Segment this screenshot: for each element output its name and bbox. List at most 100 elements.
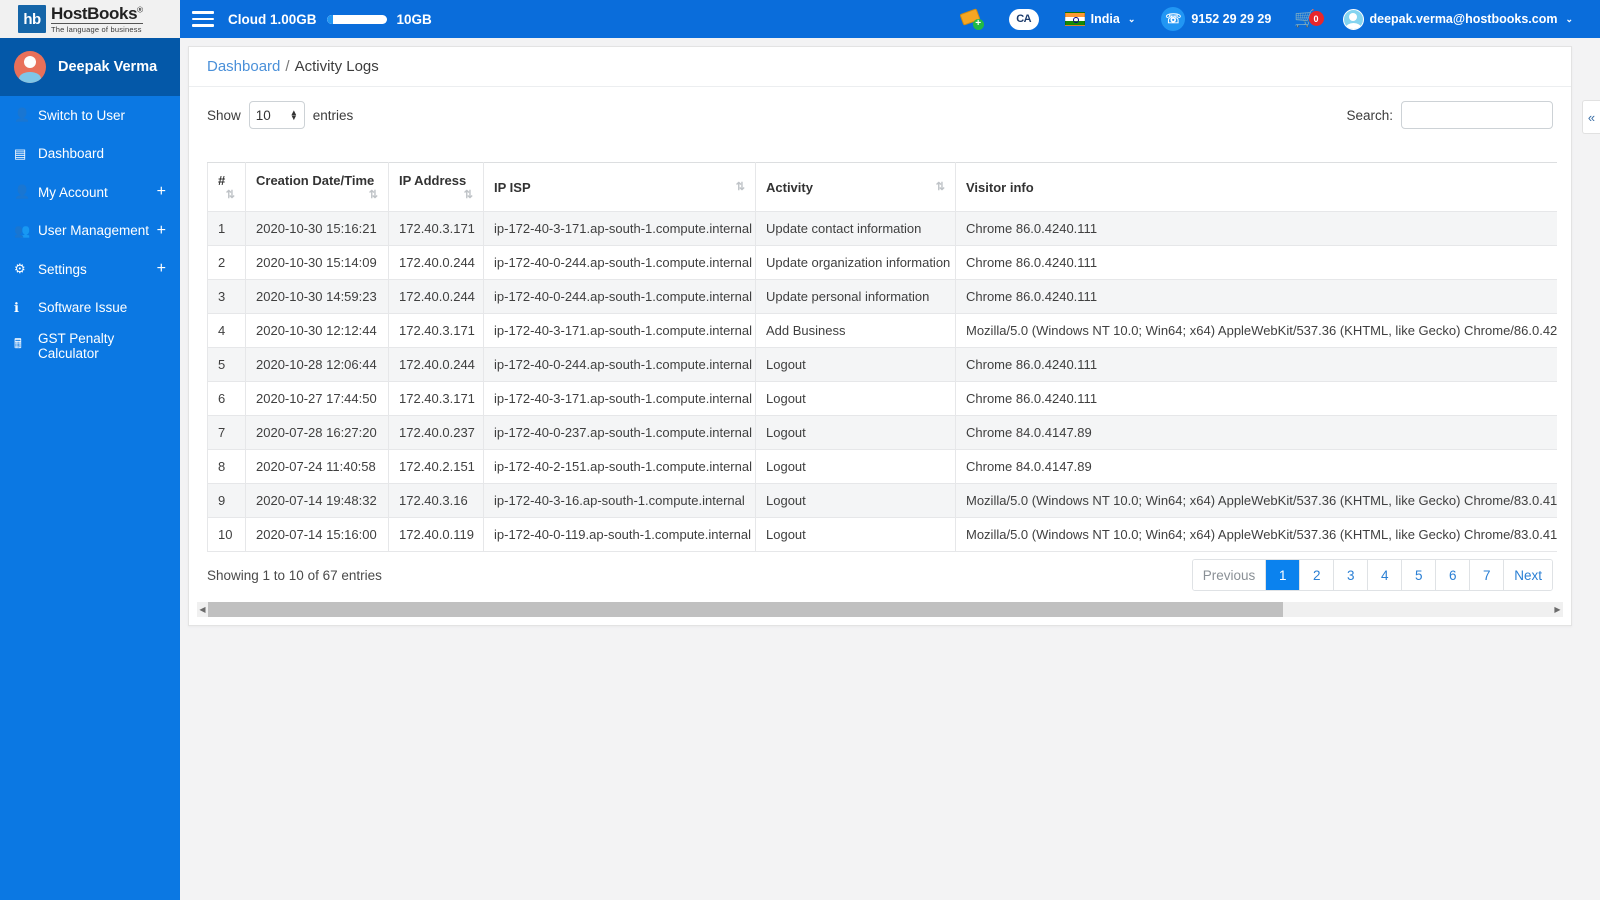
table-row[interactable]: 5 2020-10-28 12:06:44 172.40.0.244 ip-172-4… <box>207 347 1557 382</box>
cell-ip-isp: ip-172-40-3-171.ap-south-1.compute.inter… <box>483 381 756 416</box>
activity-logs-card: Dashboard / Activity Logs Show 10 ▲ ▼ ent… <box>188 46 1572 626</box>
pagination-4[interactable]: 4 <box>1368 560 1403 590</box>
brand-tagline: The language of business <box>51 24 142 34</box>
cell-row-number: 1 <box>207 211 246 246</box>
cell-creation-datetime: 2020-07-24 11:40:58 <box>245 449 389 484</box>
top-bar: hb HostBooks® The language of business C… <box>0 0 1600 38</box>
table-row[interactable]: 6 2020-10-27 17:44:50 172.40.3.171 ip-172-4… <box>207 381 1557 416</box>
country-selector[interactable]: India ⌄ <box>1052 0 1149 38</box>
chevron-down-icon: ⌄ <box>1565 13 1573 24</box>
pagination-previous[interactable]: Previous <box>1192 560 1267 590</box>
sidebar: Deepak Verma 👤 Switch to User ▤ Dashboard 👤 M… <box>0 38 180 900</box>
cell-visitor-info: Mozilla/5.0 (Windows NT 10.0; Win64; x64… <box>955 313 1557 348</box>
sort-icon[interactable]: ⇅ <box>369 188 378 201</box>
table-row[interactable]: 9 2020-07-14 19:48:32 172.40.3.16 ip-172-40… <box>207 483 1557 518</box>
cell-visitor-info: Chrome 86.0.4240.111 <box>955 245 1557 280</box>
gear-icon: ⚙ <box>14 261 26 277</box>
sidebar-item-my-account[interactable]: 👤 My Account + <box>0 173 180 212</box>
cell-creation-datetime: 2020-10-28 12:06:44 <box>245 347 389 382</box>
cell-visitor-info: Chrome 86.0.4240.111 <box>955 381 1557 416</box>
cell-creation-datetime: 2020-07-14 19:48:32 <box>245 483 389 518</box>
scrollbar-track[interactable] <box>208 602 1552 617</box>
expand-plus-icon[interactable]: + <box>157 222 166 239</box>
horizontal-scrollbar[interactable]: ◀ ▶ <box>197 602 1563 617</box>
scrollbar-thumb[interactable] <box>208 602 1284 617</box>
add-ticket-icon: + <box>959 8 984 30</box>
cell-activity: Logout <box>755 449 956 484</box>
cell-activity: Logout <box>755 415 956 450</box>
table-row[interactable]: 4 2020-10-30 12:12:44 172.40.3.171 ip-172-4… <box>207 313 1557 348</box>
ca-badge-button[interactable]: CA <box>996 0 1052 38</box>
collapse-panel-button[interactable]: « <box>1582 100 1600 134</box>
column-header-activity[interactable]: Activity ⇅ <box>755 162 956 212</box>
cell-ip-address: 172.40.0.244 <box>388 245 484 280</box>
brand-logo[interactable]: hb HostBooks® The language of business <box>0 0 180 38</box>
table-row[interactable]: 10 2020-07-14 15:16:00 172.40.0.119 ip-172-… <box>207 517 1557 552</box>
sidebar-item-settings[interactable]: ⚙ Settings + <box>0 250 180 289</box>
table-row[interactable]: 3 2020-10-30 14:59:23 172.40.0.244 ip-172-4… <box>207 279 1557 314</box>
pagination-3[interactable]: 3 <box>1334 560 1369 590</box>
dashboard-icon: ▤ <box>14 145 27 161</box>
pagination-next[interactable]: Next <box>1504 560 1552 590</box>
cell-creation-datetime: 2020-10-27 17:44:50 <box>245 381 389 416</box>
expand-plus-icon[interactable]: + <box>157 261 166 277</box>
pagination-7[interactable]: 7 <box>1470 560 1505 590</box>
sidebar-profile[interactable]: Deepak Verma <box>0 38 180 96</box>
column-header-creation-date-time[interactable]: Creation Date/Time ⇅ <box>245 162 389 212</box>
column-header-ip-address[interactable]: IP Address ⇅ <box>388 162 484 212</box>
cart-button[interactable]: 🛒 0 <box>1284 9 1329 29</box>
cell-activity: Update contact information <box>755 211 956 246</box>
scroll-right-arrow-icon[interactable]: ▶ <box>1552 602 1563 617</box>
hamburger-icon[interactable] <box>192 7 214 31</box>
pagination-2[interactable]: 2 <box>1300 560 1335 590</box>
sort-icon[interactable]: ⇅ <box>464 188 473 201</box>
column-header-label: IP Address <box>399 173 467 188</box>
user-menu[interactable]: deepak.verma@hostbooks.com ⌄ <box>1330 0 1587 38</box>
cell-ip-address: 172.40.0.244 <box>388 347 484 382</box>
table-row[interactable]: 2 2020-10-30 15:14:09 172.40.0.244 ip-172-4… <box>207 245 1557 280</box>
cell-row-number: 7 <box>207 415 246 450</box>
cell-ip-address: 172.40.3.171 <box>388 313 484 348</box>
column-header-visitor-info[interactable]: Visitor info⇅ <box>955 162 1557 212</box>
cell-visitor-info: Chrome 84.0.4147.89 <box>955 415 1557 450</box>
table-row[interactable]: 7 2020-07-28 16:27:20 172.40.0.237 ip-172-4… <box>207 415 1557 450</box>
support-phone[interactable]: ☏ 9152 29 29 29 <box>1148 0 1284 38</box>
showing-entries-text: Showing 1 to 10 of 67 entries <box>207 567 382 583</box>
table-row[interactable]: 1 2020-10-30 15:16:21 172.40.3.171 ip-172-4… <box>207 211 1557 246</box>
sidebar-item-switch-to-user[interactable]: 👤 Switch to User <box>0 96 180 135</box>
cell-row-number: 10 <box>207 517 246 552</box>
cell-ip-address: 172.40.2.151 <box>388 449 484 484</box>
add-ticket-button[interactable]: + <box>948 0 996 38</box>
column-header-ip-isp[interactable]: IP ISP ⇅ <box>483 162 756 212</box>
cell-row-number: 6 <box>207 381 246 416</box>
sort-icon[interactable]: ⇅ <box>936 180 945 193</box>
table-row[interactable]: 8 2020-07-24 11:40:58 172.40.2.151 ip-172-4… <box>207 449 1557 484</box>
search-input[interactable] <box>1401 101 1553 129</box>
expand-plus-icon[interactable]: + <box>157 184 166 200</box>
pagination-1[interactable]: 1 <box>1266 560 1301 590</box>
sidebar-item-user-management[interactable]: 👥 User Management + <box>0 212 180 251</box>
pagination-6[interactable]: 6 <box>1436 560 1471 590</box>
sidebar-item-label: Switch to User <box>38 107 126 123</box>
pagination-5[interactable]: 5 <box>1402 560 1437 590</box>
sidebar-item-dashboard[interactable]: ▤ Dashboard <box>0 135 180 174</box>
breadcrumb-dashboard-link[interactable]: Dashboard <box>207 58 280 75</box>
sort-icon[interactable]: ⇅ <box>226 188 235 201</box>
scroll-left-arrow-icon[interactable]: ◀ <box>197 602 208 617</box>
sidebar-item-label: GST Penalty Calculator <box>38 331 115 362</box>
column-header-[interactable]: # ⇅ <box>207 162 246 212</box>
sidebar-item-gst-penalty-calculator[interactable]: 🖩 GST Penalty Calculator <box>0 327 180 366</box>
support-phone-number: 9152 29 29 29 <box>1191 12 1272 26</box>
cell-row-number: 8 <box>207 449 246 484</box>
table-body: 1 2020-10-30 15:16:21 172.40.3.171 ip-172-4… <box>207 211 1557 552</box>
cell-activity: Logout <box>755 381 956 416</box>
column-header-label: IP ISP <box>494 179 531 195</box>
sidebar-user-name: Deepak Verma <box>58 59 158 75</box>
cell-activity: Logout <box>755 347 956 382</box>
entries-per-page-select[interactable]: 10 ▲ ▼ <box>248 101 305 129</box>
sort-icon[interactable]: ⇅ <box>736 180 745 193</box>
calculator-icon: 🖩 <box>14 336 22 352</box>
sidebar-item-software-issue[interactable]: ℹ Software Issue <box>0 289 180 328</box>
cell-ip-isp: ip-172-40-0-119.ap-south-1.compute.inter… <box>483 517 756 552</box>
cell-ip-isp: ip-172-40-0-237.ap-south-1.compute.inter… <box>483 415 756 450</box>
